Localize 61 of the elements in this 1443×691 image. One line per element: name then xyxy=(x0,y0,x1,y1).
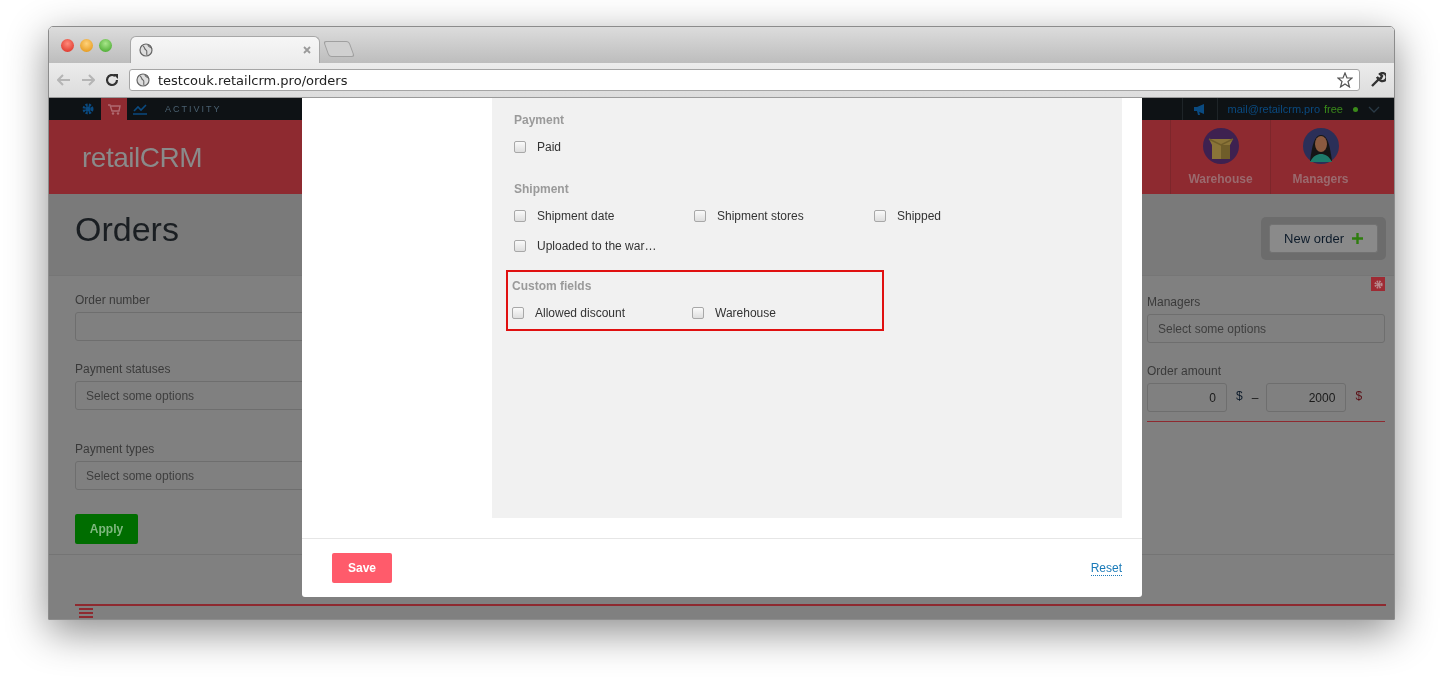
section-title: Payment xyxy=(514,113,566,127)
back-icon[interactable] xyxy=(57,74,71,86)
checkbox[interactable] xyxy=(514,141,526,153)
checkbox[interactable] xyxy=(512,307,524,319)
select-field[interactable]: Select some options xyxy=(1147,314,1385,343)
chevron-down-icon[interactable] xyxy=(1368,105,1380,113)
checkbox-label[interactable]: Uploaded to the war… xyxy=(537,239,657,253)
new-order-button[interactable]: New order xyxy=(1269,224,1378,253)
address-bar[interactable]: testcouk.retailcrm.pro/orders xyxy=(129,69,1360,91)
checkbox[interactable] xyxy=(514,210,526,222)
close-tab-icon[interactable] xyxy=(303,46,311,54)
checkbox-label[interactable]: Allowed discount xyxy=(535,306,626,320)
activity-label[interactable]: ACTIVITY xyxy=(165,104,222,114)
section-title: Shipment xyxy=(514,182,570,196)
currency-label: $ xyxy=(1236,388,1243,403)
page-title: Orders xyxy=(75,210,179,249)
forward-icon[interactable] xyxy=(81,74,95,86)
field-label: Managers xyxy=(1147,295,1202,309)
checkbox[interactable] xyxy=(694,210,706,222)
globe-icon xyxy=(136,73,150,87)
nav-tab[interactable] xyxy=(101,98,127,120)
field-label: Payment types xyxy=(75,442,156,456)
checkbox[interactable] xyxy=(514,240,526,252)
input-field[interactable]: 2000 xyxy=(1266,383,1347,412)
gear-icon xyxy=(82,103,94,115)
status-dot xyxy=(1353,106,1358,112)
reset-link[interactable]: Reset xyxy=(1090,560,1122,576)
checkbox-label[interactable]: Shipment date xyxy=(537,209,615,223)
plan-label: free xyxy=(1324,103,1343,115)
chart-icon xyxy=(133,103,147,115)
checkbox-label[interactable]: Paid xyxy=(537,140,562,154)
reload-icon[interactable] xyxy=(105,73,119,87)
browser-tab[interactable] xyxy=(130,36,320,63)
field-label: Order amount xyxy=(1147,364,1223,378)
field-label: Order number xyxy=(75,293,151,307)
currency-label: $ xyxy=(1355,388,1363,403)
input-field[interactable]: 0 xyxy=(1147,383,1227,412)
checkbox[interactable] xyxy=(874,210,886,222)
close-window-icon[interactable] xyxy=(61,38,74,52)
cart-icon xyxy=(107,103,121,115)
save-button[interactable]: Save xyxy=(332,553,392,583)
globe-icon xyxy=(139,43,153,57)
settings-icon[interactable] xyxy=(1371,277,1385,291)
minimize-window-icon[interactable] xyxy=(80,38,93,52)
checkbox-label[interactable]: Warehouse xyxy=(715,306,776,320)
new-tab-button[interactable] xyxy=(323,41,355,57)
apply-button[interactable]: Apply xyxy=(75,514,138,544)
avatar-icon xyxy=(1301,127,1340,165)
wrench-icon[interactable] xyxy=(1370,72,1386,88)
range-separator: – xyxy=(1251,390,1259,405)
checkbox[interactable] xyxy=(692,307,704,319)
zoom-window-icon[interactable] xyxy=(99,38,112,52)
menu-icon[interactable] xyxy=(79,608,93,618)
section-title: Custom fields xyxy=(512,279,593,293)
checkbox-label[interactable]: Shipment stores xyxy=(717,209,804,223)
star-icon[interactable] xyxy=(1337,72,1353,88)
plus-icon xyxy=(1352,233,1363,244)
box-icon xyxy=(1201,127,1240,165)
field-label: Payment statuses xyxy=(75,362,172,376)
megaphone-icon[interactable] xyxy=(1192,103,1207,115)
checkbox-label[interactable]: Shipped xyxy=(897,209,942,223)
